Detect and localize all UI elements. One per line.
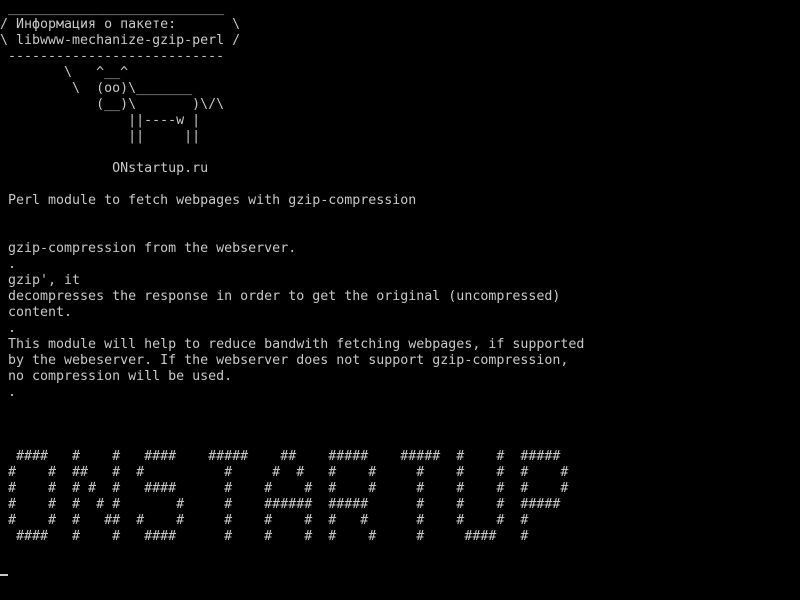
terminal-line: . (0, 385, 17, 400)
terminal-line: gzip-compression from the webserver. (0, 241, 297, 256)
terminal-line: #### # # #### ##### ## ##### ##### # # #… (0, 449, 561, 464)
terminal-line: decompresses the response in order to ge… (0, 289, 561, 304)
terminal-line: || || (0, 129, 201, 144)
terminal-line: . (0, 321, 17, 336)
terminal-line: # # # # # #### # # # # # # # # # # (0, 481, 569, 496)
terminal-line: ___________________________ (0, 1, 225, 16)
terminal-line: (__)\ )\/\ (0, 97, 225, 112)
terminal-line: --------------------------- (0, 49, 225, 64)
terminal-line: \ (oo)\_______ (0, 81, 193, 96)
terminal-line: content. (0, 305, 73, 320)
text-cursor (0, 574, 8, 576)
terminal-line: # # # # # # # ###### ##### # # # ##### (0, 497, 561, 512)
terminal-line: This module will help to reduce bandwith… (0, 337, 585, 352)
terminal-line: \ libwww-mechanize-gzip-perl / (0, 33, 241, 48)
terminal-screen[interactable]: ___________________________ / Информация … (0, 0, 800, 600)
terminal-line: . (0, 257, 17, 272)
terminal-line: #### # # #### # # # # # # #### # (0, 529, 529, 544)
terminal-line: # # ## # # # # # # # # # # # # (0, 465, 569, 480)
terminal-line: no compression will be used. (0, 369, 233, 384)
terminal-line: ONstartup.ru (0, 161, 209, 176)
terminal-line: by the webeserver. If the webserver does… (0, 353, 569, 368)
terminal-line: # # # ## # # # # # # # # # # # (0, 513, 529, 528)
terminal-line: ||----w | (0, 113, 201, 128)
terminal-line: gzip', it (0, 273, 81, 288)
terminal-line: Perl module to fetch webpages with gzip-… (0, 193, 417, 208)
terminal-line: \ ^__^ (0, 65, 129, 80)
terminal-line: / Информация о пакете: \ (0, 17, 241, 32)
